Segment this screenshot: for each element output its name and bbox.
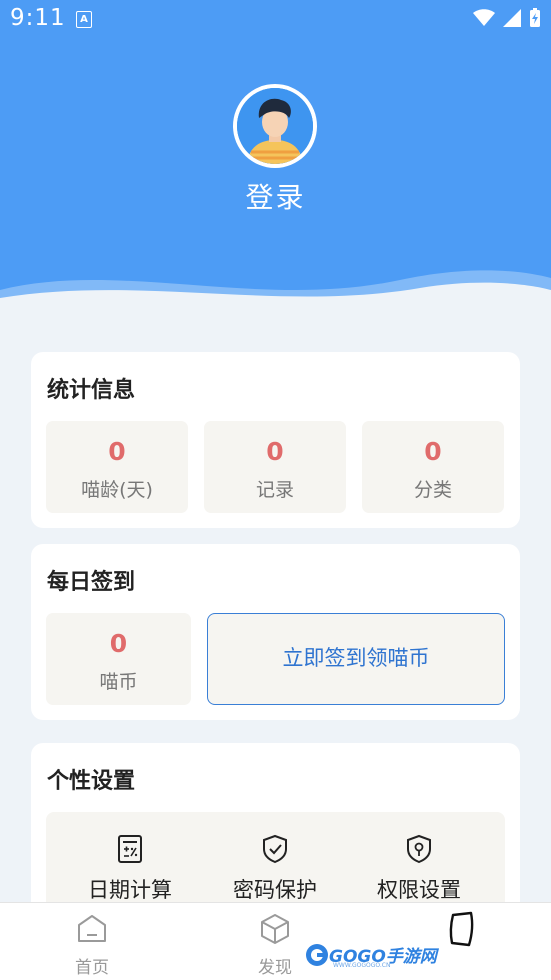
setting-label: 日期计算	[88, 878, 172, 902]
user-avatar-icon	[237, 88, 313, 164]
watermark-logo-icon	[306, 943, 328, 966]
stats-card: 统计信息 0 喵龄(天) 0 记录 0 分类	[31, 352, 520, 528]
coin-balance: 0 喵币	[46, 613, 191, 705]
status-time: 9:11	[10, 5, 66, 31]
cube-icon	[261, 914, 289, 944]
notification-badge-icon: A	[76, 11, 92, 28]
stats-title: 统计信息	[47, 378, 136, 403]
home-icon	[78, 915, 106, 942]
stat-value: 0	[424, 437, 442, 466]
tab-home[interactable]: 首页	[47, 913, 137, 978]
shield-lock-icon	[407, 834, 431, 864]
profile-header: 9:11 A 登录	[0, 0, 551, 310]
stat-value: 0	[266, 437, 284, 466]
stat-records: 0 记录	[204, 421, 346, 513]
settings-title: 个性设置	[47, 769, 136, 794]
checkin-card: 每日签到 0 喵币 立即签到领喵币	[31, 544, 520, 720]
stat-label: 记录	[255, 479, 294, 501]
shield-check-icon	[263, 834, 287, 864]
battery-icon	[530, 8, 540, 27]
checkin-button[interactable]: 立即签到领喵币	[207, 613, 505, 705]
stat-label: 喵龄(天)	[81, 479, 153, 501]
coin-value: 0	[109, 629, 128, 658]
avatar[interactable]	[233, 84, 317, 168]
stat-categories: 0 分类	[362, 421, 504, 513]
stat-label: 分类	[413, 479, 452, 501]
setting-password[interactable]: 密码保护	[200, 834, 350, 904]
wifi-icon	[473, 9, 495, 26]
setting-label: 密码保护	[233, 878, 317, 902]
header-wave	[0, 270, 551, 310]
setting-permissions[interactable]: 权限设置	[344, 834, 494, 904]
status-icons	[473, 8, 541, 28]
login-link[interactable]: 登录	[0, 176, 551, 216]
stat-cat-age: 0 喵龄(天)	[46, 421, 188, 513]
watermark-logo: GOGO手游网 WWW.GOGOGO.CN	[305, 942, 437, 969]
profile-tab-icon	[449, 911, 474, 947]
stat-value: 0	[108, 437, 126, 466]
coin-label: 喵币	[99, 671, 138, 693]
bottom-tab-bar: 首页 发现	[0, 902, 551, 980]
calculator-icon	[118, 835, 142, 863]
tab-label: 首页	[75, 958, 109, 978]
signal-icon	[503, 9, 521, 27]
setting-date-calc[interactable]: 日期计算	[55, 834, 205, 904]
checkin-title: 每日签到	[47, 570, 136, 595]
watermark-subtext: WWW.GOGOGO.CN	[333, 962, 391, 969]
setting-label: 权限设置	[377, 878, 461, 902]
status-bar: 9:11 A	[0, 0, 551, 38]
